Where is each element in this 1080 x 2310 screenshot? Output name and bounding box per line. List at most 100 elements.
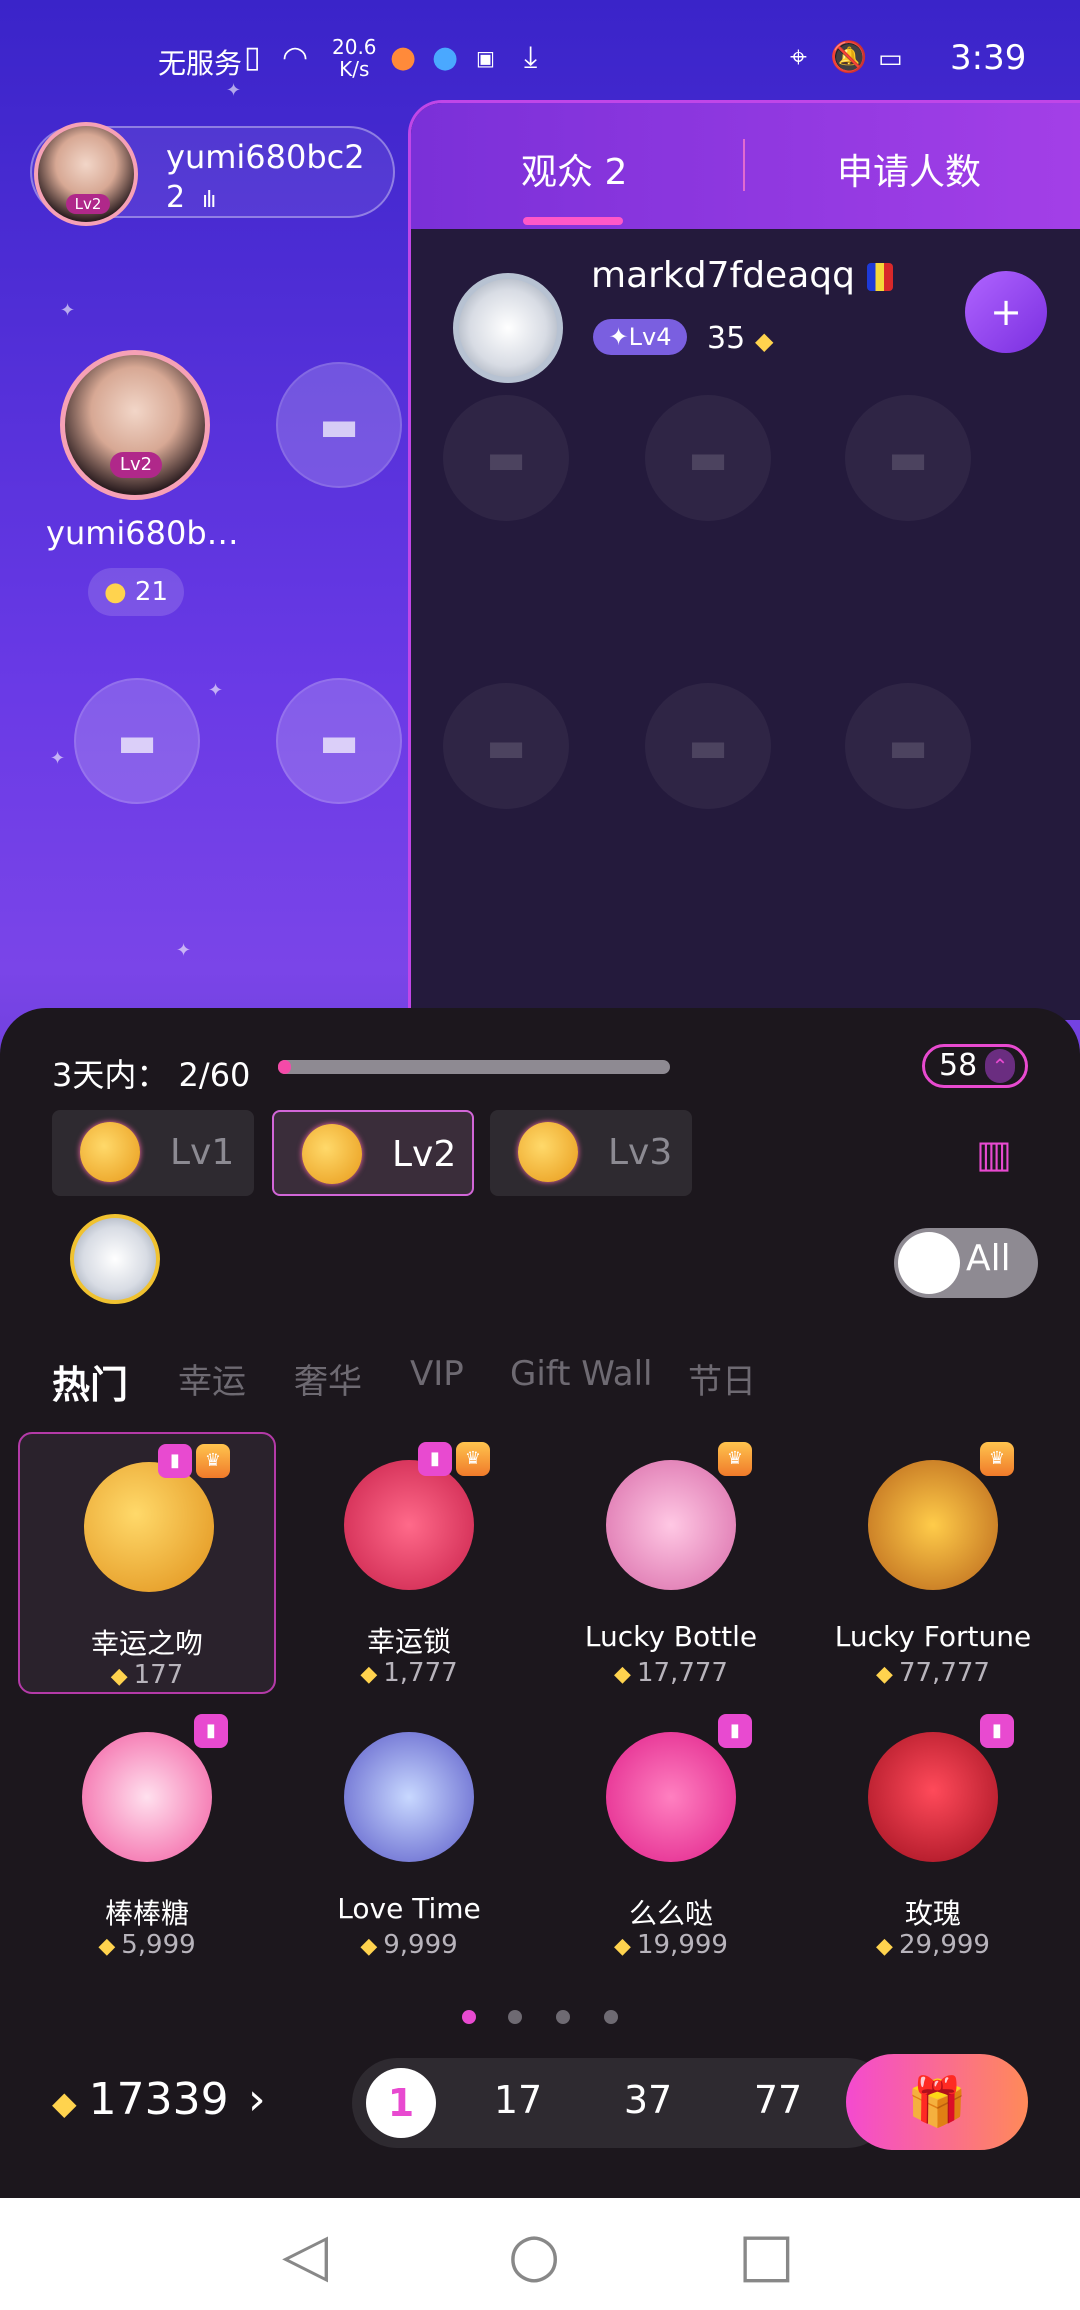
gift-treasure-chest-icon: [868, 1460, 998, 1590]
host-name: yumi680bc2: [166, 138, 365, 176]
all-toggle[interactable]: All: [894, 1228, 1038, 1298]
home-icon[interactable]: ○: [508, 2220, 560, 2290]
page-dot[interactable]: [462, 2010, 476, 2024]
crown-badge-icon: ♛: [456, 1442, 490, 1476]
seat-user-level-badge: Lv2: [110, 452, 162, 478]
quantity-selector: 1 17 37 77: [352, 2058, 892, 2148]
gift-name: 玫瑰: [904, 1897, 961, 1930]
gift-item[interactable]: ▮ 棒棒糖 ◆ 5,999: [18, 1704, 276, 1966]
gift-item[interactable]: ▮ 么么哒 ◆ 19,999: [542, 1704, 800, 1966]
send-gift-button[interactable]: 🎁: [846, 2054, 1028, 2150]
sofa-icon: ▬: [688, 433, 728, 483]
quantity-option[interactable]: 17: [478, 2078, 558, 2122]
category-gift-wall[interactable]: Gift Wall: [510, 1354, 652, 1394]
seat-user-coins: ● 21: [88, 568, 184, 616]
empty-seat: ▬: [845, 395, 971, 521]
tab-divider: [743, 139, 745, 191]
gift-kiss-icon: [84, 1462, 214, 1592]
sparkle-icon: ✦: [60, 300, 76, 321]
diamond-icon: ◆: [614, 1662, 631, 1687]
gift-name: 么么哒: [628, 1897, 713, 1930]
host-card[interactable]: Lv2 yumi680bc2 2 ılı: [30, 122, 395, 226]
diamond-icon: ◆: [52, 2084, 77, 2122]
empty-seat[interactable]: ▬: [276, 362, 402, 488]
diamond-balance[interactable]: ◆ 17339: [52, 2074, 229, 2125]
gift-item[interactable]: ▮ ♛ 幸运锁 ◆ 1,777: [280, 1432, 538, 1694]
tab-audience[interactable]: 观众 2: [521, 143, 627, 195]
gift-lollipop-icon: [82, 1732, 212, 1862]
days-progress-fill: [278, 1060, 292, 1074]
category-lucky[interactable]: 幸运: [178, 1354, 246, 1403]
sofa-icon: ▬: [319, 400, 359, 450]
app-icon: ●: [432, 40, 459, 75]
diamond-icon: ◆: [876, 1934, 893, 1959]
back-icon[interactable]: ◁: [282, 2220, 328, 2290]
seat-user-name: yumi680b…: [46, 514, 239, 552]
gift-item[interactable]: Love Time ◆ 9,999: [280, 1704, 538, 1966]
category-luxury[interactable]: 奢华: [294, 1354, 362, 1403]
gift-item[interactable]: ♛ Lucky Fortune ◆ 77,777: [804, 1432, 1062, 1694]
audience-panel: 观众 2 申请人数 markd7fdeaqq ✦Lv4 35 ◆ + ▬ ▬ ▬…: [408, 100, 1080, 1020]
page-dot[interactable]: [508, 2010, 522, 2024]
sofa-icon: ▬: [117, 716, 157, 766]
sim-alert-icon: ▯: [244, 40, 261, 75]
gift-item[interactable]: ▮ ♛ 幸运之吻 ◆ 177: [18, 1432, 276, 1694]
audience-member-avatar[interactable]: [453, 273, 563, 383]
audience-member-name: markd7fdeaqq: [591, 255, 855, 296]
gift-item[interactable]: ♛ Lucky Bottle ◆ 17,777: [542, 1432, 800, 1694]
gift-price: ◆ 77,777: [876, 1658, 990, 1688]
gift-rose-icon: [868, 1732, 998, 1862]
gift-box-icon: 🎁: [907, 2074, 967, 2130]
quantity-option[interactable]: 77: [738, 2078, 818, 2122]
category-hot[interactable]: 热门: [52, 1354, 128, 1409]
bar-chart-badge-icon: ▮: [718, 1714, 752, 1748]
sofa-icon: ▬: [486, 433, 526, 483]
category-vip[interactable]: VIP: [410, 1354, 464, 1394]
gift-price: ◆ 9,999: [360, 1930, 458, 1960]
quantity-option[interactable]: 1: [366, 2068, 436, 2138]
page-dot[interactable]: [556, 2010, 570, 2024]
category-festival[interactable]: 节日: [688, 1354, 756, 1403]
sofa-icon: ▬: [888, 721, 928, 771]
audience-member-score: 35: [707, 321, 746, 356]
empty-seat: ▬: [443, 395, 569, 521]
recents-icon[interactable]: □: [738, 2220, 795, 2290]
empty-seat: ▬: [645, 395, 771, 521]
gift-sheet: 3天内： 2/60 58 ⌃ Lv1 Lv2 Lv3 ▥ All 热门 幸运 奢华…: [0, 1008, 1080, 2198]
audience-member-level: ✦Lv4: [593, 319, 687, 355]
huawei-icon: ▣: [476, 46, 495, 70]
level-tab-lv2[interactable]: Lv2: [272, 1110, 474, 1196]
level-tab-lv1[interactable]: Lv1: [52, 1110, 254, 1196]
add-user-icon: +: [990, 290, 1022, 334]
add-member-button[interactable]: +: [965, 271, 1047, 353]
heart-eyes-emoji-icon: [80, 1122, 140, 1182]
crown-badge-icon: ♛: [718, 1442, 752, 1476]
gift-item[interactable]: ▮ 玫瑰 ◆ 29,999: [804, 1704, 1062, 1966]
diamond-icon: ◆: [614, 1934, 631, 1959]
page-dot[interactable]: [604, 2010, 618, 2024]
empty-seat: ▬: [645, 683, 771, 809]
bar-chart-badge-icon: ▮: [158, 1444, 192, 1478]
gift-price: ◆ 177: [110, 1660, 184, 1690]
gift-hourglass-icon: [344, 1732, 474, 1862]
chevron-right-icon[interactable]: ›: [248, 2074, 266, 2125]
bell-muted-icon: 🔕: [830, 40, 868, 75]
empty-seat[interactable]: ▬: [276, 678, 402, 804]
gift-recipient-avatar[interactable]: [70, 1214, 160, 1304]
crown-badge-icon: ♛: [980, 1442, 1014, 1476]
heart-eyes-emoji-icon: [518, 1122, 578, 1182]
gift-price: ◆ 5,999: [98, 1930, 196, 1960]
diamond-icon: ◆: [110, 1664, 128, 1689]
level-badge[interactable]: 58 ⌃: [922, 1044, 1028, 1088]
diamond-icon: ◆: [876, 1662, 893, 1687]
quantity-option[interactable]: 37: [608, 2078, 688, 2122]
gift-price: ◆ 19,999: [614, 1930, 728, 1960]
empty-seat[interactable]: ▬: [74, 678, 200, 804]
signal-bars-icon: ılı: [202, 188, 216, 213]
bar-chart-icon[interactable]: ▥: [976, 1132, 1012, 1176]
gift-heart-lock-icon: [344, 1460, 474, 1590]
chevron-up-icon: ⌃: [985, 1049, 1015, 1083]
sparkle-icon: ✦: [208, 680, 224, 701]
level-tab-lv3[interactable]: Lv3: [490, 1110, 692, 1196]
tab-applicants[interactable]: 申请人数: [837, 143, 981, 195]
